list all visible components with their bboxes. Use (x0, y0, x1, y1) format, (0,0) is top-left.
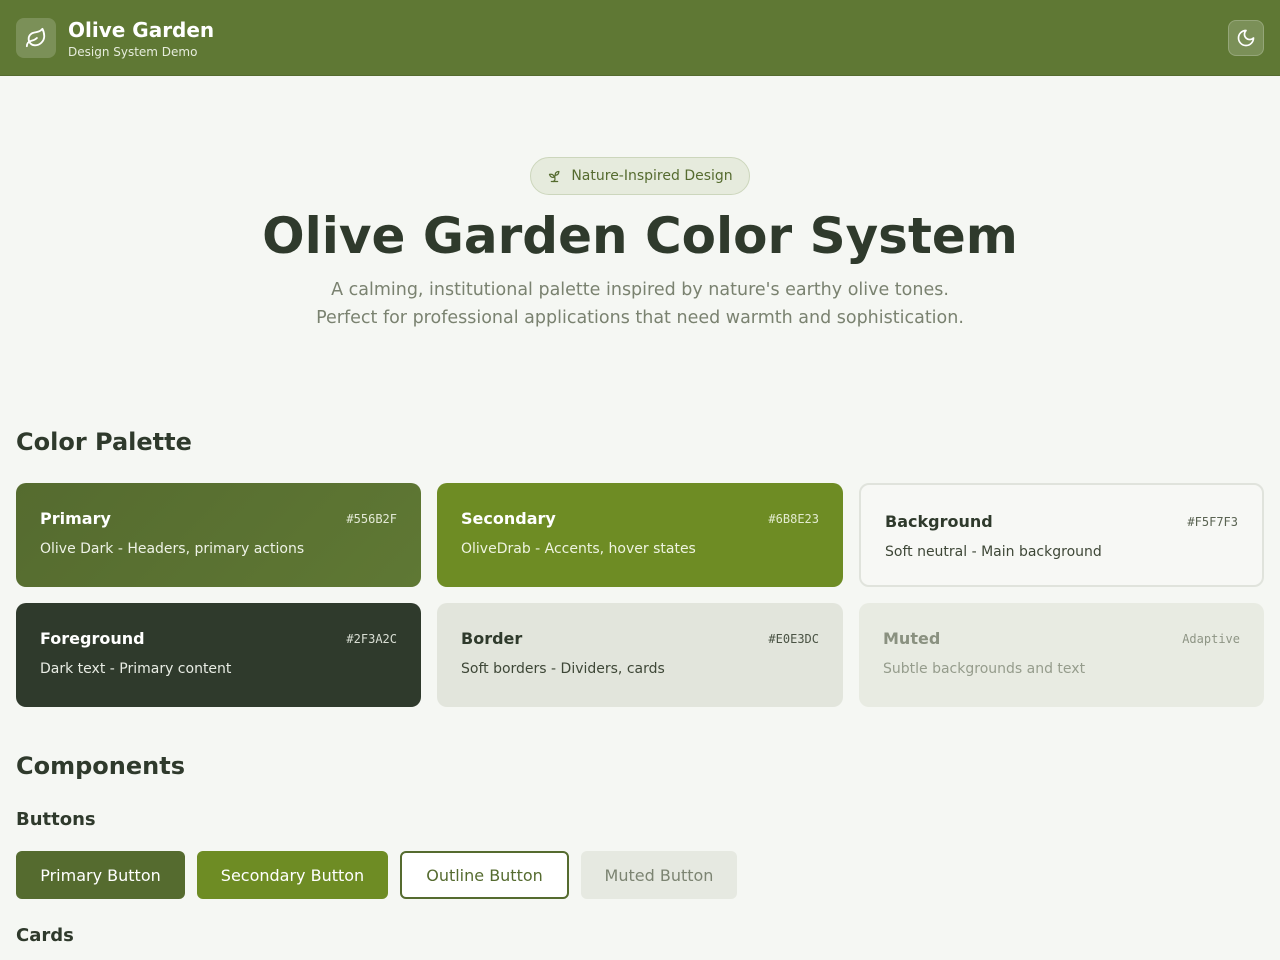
swatch-name: Secondary (461, 509, 556, 528)
swatch-name: Muted (883, 629, 941, 648)
app-header: Olive Garden Design System Demo (0, 0, 1280, 76)
swatch-background: Background #F5F7F3 Soft neutral - Main b… (859, 483, 1264, 587)
swatch-hex: #556B2F (346, 512, 397, 526)
brand-subtitle: Design System Demo (68, 45, 198, 59)
leaf-icon (25, 27, 46, 48)
palette-section-title: Color Palette (16, 428, 192, 456)
swatch-description: Soft neutral - Main background (885, 544, 1102, 560)
swatch-name: Background (885, 512, 993, 531)
swatch-hex: #6B8E23 (768, 512, 819, 526)
swatch-foreground: Foreground #2F3A2C Dark text - Primary c… (16, 603, 421, 707)
swatch-hex: #E0E3DC (768, 632, 819, 646)
swatch-description: Dark text - Primary content (40, 661, 232, 677)
swatch-description: Soft borders - Dividers, cards (461, 661, 665, 677)
swatch-border: Border #E0E3DC Soft borders - Dividers, … (437, 603, 843, 707)
hero-badge: Nature-Inspired Design (530, 157, 750, 195)
swatch-name: Foreground (40, 629, 145, 648)
swatch-hex: Adaptive (1182, 632, 1240, 646)
logo (16, 18, 56, 58)
swatch-primary: Primary #556B2F Olive Dark - Headers, pr… (16, 483, 421, 587)
swatch-hex: #F5F7F3 (1187, 515, 1238, 529)
hero-description-line-1: A calming, institutional palette inspire… (331, 280, 949, 300)
hero-description: A calming, institutional palette inspire… (0, 276, 1280, 332)
cards-subtitle: Cards (16, 925, 74, 946)
swatch-description: Subtle backgrounds and text (883, 661, 1086, 677)
swatch-name: Border (461, 629, 523, 648)
swatch-description: OliveDrab - Accents, hover states (461, 541, 696, 557)
hero-title: Olive Garden Color System (262, 207, 1018, 265)
primary-button[interactable]: Primary Button (16, 851, 185, 899)
brand-title: Olive Garden (68, 18, 215, 42)
outline-button[interactable]: Outline Button (400, 851, 569, 899)
sprout-icon (549, 170, 560, 182)
buttons-subtitle: Buttons (16, 809, 96, 830)
muted-button[interactable]: Muted Button (581, 851, 737, 899)
swatch-description: Olive Dark - Headers, primary actions (40, 541, 305, 557)
hero-badge-label: Nature-Inspired Design (571, 168, 733, 184)
swatch-secondary: Secondary #6B8E23 OliveDrab - Accents, h… (437, 483, 843, 587)
swatch-muted: Muted Adaptive Subtle backgrounds and te… (859, 603, 1264, 707)
hero-description-line-2: Perfect for professional applications th… (316, 308, 964, 328)
moon-icon (1237, 29, 1255, 47)
theme-toggle-button[interactable] (1228, 20, 1264, 56)
secondary-button[interactable]: Secondary Button (197, 851, 388, 899)
swatch-name: Primary (40, 509, 111, 528)
swatch-hex: #2F3A2C (346, 632, 397, 646)
components-section-title: Components (16, 752, 185, 780)
